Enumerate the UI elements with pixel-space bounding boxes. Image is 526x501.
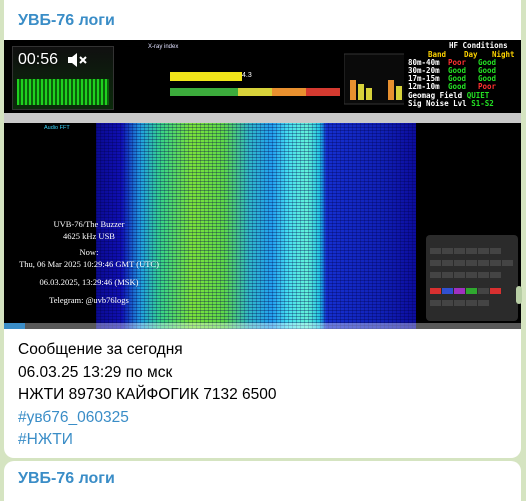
video-time: 00:56 — [18, 51, 59, 68]
hashtag-link[interactable]: #увб76_060325 — [18, 407, 277, 430]
video-player[interactable]: 00:56 X-ray index 4.3 HF Conditions Band… — [4, 40, 521, 329]
mute-icon[interactable] — [66, 51, 88, 69]
hf-noise: Sig Noise Lvl S1-S2 — [408, 99, 494, 108]
video-progress-fill — [4, 323, 25, 329]
message-line: Сообщение за сегодня — [18, 341, 183, 358]
next-message-bubble[interactable]: УВБ-76 логи — [4, 461, 521, 501]
xray-title: X-ray index — [148, 44, 179, 50]
waterfall-area: Audio FFT UVB-76/The Buzzer 4625 kHz USB… — [4, 123, 521, 329]
video-topbar: 00:56 X-ray index 4.3 HF Conditions Band… — [4, 40, 521, 113]
station-name: UVB-76/The Buzzer — [53, 219, 125, 229]
message-text: Сообщение за сегодня 06.03.25 13:29 по м… — [18, 339, 277, 452]
msk-time: 06.03.2025, 13:29:46 (MSK) — [39, 277, 139, 287]
hashtag-link[interactable]: #НЖТИ — [18, 429, 277, 452]
station-info: UVB-76/The Buzzer 4625 kHz USB Now: Thu,… — [4, 218, 174, 323]
xray-scale — [170, 88, 340, 96]
telegram-handle: Telegram: @uvb76logs — [49, 295, 129, 305]
hf-conditions-panel: HF Conditions Band Day Night 80m-40m Poor… — [404, 40, 521, 113]
receiver-controls — [426, 235, 518, 321]
xray-bar — [170, 72, 242, 81]
station-frequency: 4625 kHz USB — [63, 231, 115, 241]
message-line: НЖТИ 89730 КАЙФОГИК 7132 6500 — [18, 386, 277, 403]
audio-fft-label: Audio FFT — [44, 125, 70, 131]
xray-panel: X-ray index 4.3 — [144, 44, 424, 108]
channel-name[interactable]: УВБ-76 логи — [18, 470, 115, 488]
channel-name[interactable]: УВБ-76 логи — [18, 12, 115, 30]
xray-value: 4.3 — [242, 72, 252, 79]
frequency-ruler — [4, 113, 521, 123]
utc-time: Thu, 06 Mar 2025 10:29:46 GMT (UTC) — [19, 259, 159, 269]
video-progress-bar[interactable] — [4, 323, 521, 329]
message-line: 06.03.25 13:29 по мск — [18, 363, 173, 381]
right-panel — [416, 123, 521, 329]
message-bubble[interactable]: УВБ-76 логи 00:56 X-ray index 4.3 HF Con… — [4, 0, 521, 458]
now-label: Now: — [79, 247, 99, 257]
scrollbar-thumb[interactable] — [516, 286, 522, 304]
